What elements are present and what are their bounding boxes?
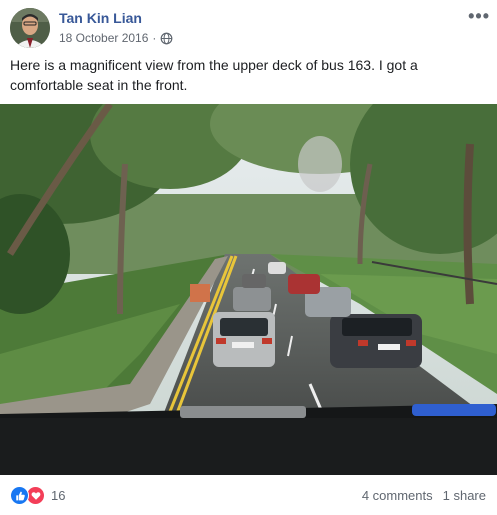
post-header: Tan Kin Lian 18 October 2016 · ••• <box>10 6 490 50</box>
thumbs-up-icon <box>10 486 29 505</box>
comments-count[interactable]: 4 comments <box>362 488 433 503</box>
more-options-icon[interactable]: ••• <box>468 6 490 27</box>
engagement-counts: 4 comments 1 share <box>362 488 486 503</box>
post-footer: 16 4 comments 1 share <box>0 482 497 510</box>
post-meta: 18 October 2016 · <box>59 31 173 45</box>
meta-separator: · <box>152 31 157 45</box>
reaction-count: 16 <box>51 488 66 503</box>
post-text: Here is a magnificent view from the uppe… <box>10 57 418 93</box>
globe-icon[interactable] <box>160 32 173 45</box>
reactions-summary[interactable]: 16 <box>10 486 65 505</box>
shares-count[interactable]: 1 share <box>443 488 486 503</box>
post-date[interactable]: 18 October 2016 <box>59 31 148 45</box>
avatar-photo <box>10 8 50 48</box>
avatar[interactable] <box>10 8 50 48</box>
author-name[interactable]: Tan Kin Lian <box>59 10 142 26</box>
post-photo[interactable] <box>0 104 497 475</box>
facebook-post: Tan Kin Lian 18 October 2016 · ••• Here … <box>0 0 497 515</box>
